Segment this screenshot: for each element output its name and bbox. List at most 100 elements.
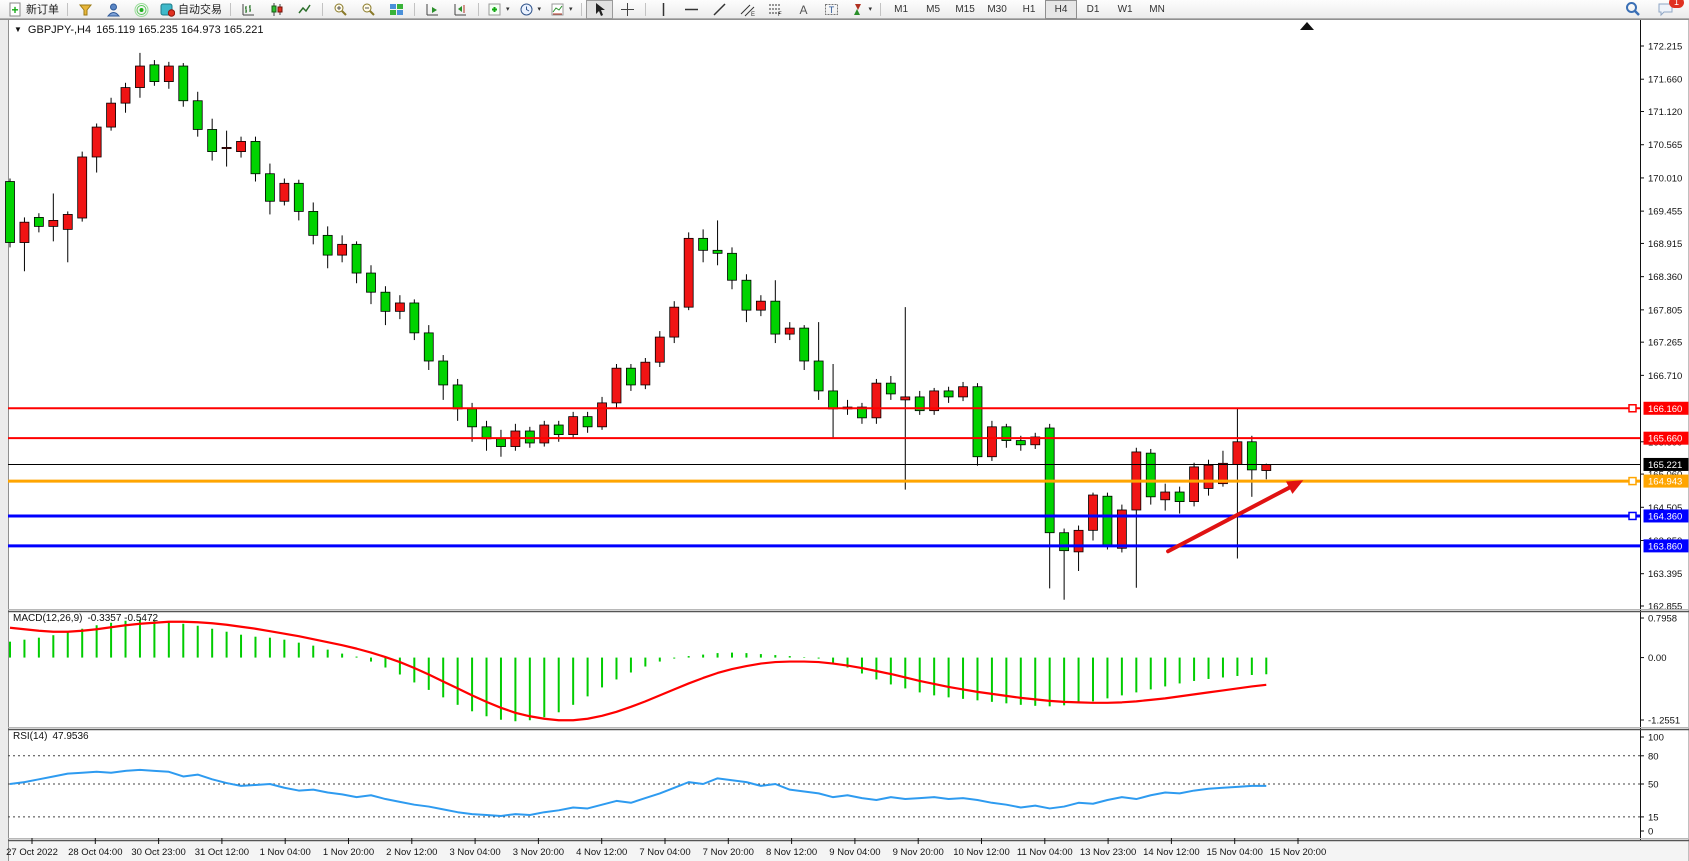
price-level-handle[interactable] — [1629, 405, 1636, 412]
price-axis-tick-label: 172.215 — [1648, 42, 1682, 53]
price-level-tag-text: 164.943 — [1648, 477, 1682, 488]
candle-body — [294, 183, 303, 211]
chart-dropdown-icon[interactable]: ▼ — [14, 25, 22, 34]
candle-body — [395, 303, 404, 311]
trading-terminal-window: + 新订单 自动交易 — [0, 0, 1689, 861]
candle-body — [872, 383, 881, 418]
timeframe-m5-button[interactable]: M5 — [917, 0, 949, 19]
candle-body — [525, 431, 534, 443]
chart-shift-button[interactable] — [447, 0, 474, 19]
zoom-in-button[interactable] — [327, 0, 354, 19]
candle-body — [756, 301, 765, 310]
candle-body — [1204, 465, 1213, 488]
cursor-button[interactable] — [586, 0, 613, 19]
candle-body — [1060, 533, 1069, 551]
arrows-tool-button[interactable]: ▾ — [846, 0, 877, 19]
price-level-tag-text: 163.860 — [1648, 541, 1682, 552]
timeframe-m1-button[interactable]: M1 — [885, 0, 917, 19]
price-axis-tick-label: 170.010 — [1648, 173, 1682, 184]
templates-button[interactable]: ▾ — [546, 0, 577, 19]
dropdown-caret-icon: ▾ — [869, 5, 873, 13]
text-tool-button[interactable]: A — [790, 0, 817, 19]
text-label-tool-button[interactable]: T — [818, 0, 845, 19]
templates-icon — [550, 2, 565, 17]
date-axis-label: 4 Nov 12:00 — [576, 847, 627, 858]
candle-body — [540, 425, 549, 443]
auto-trading-label: 自动交易 — [178, 1, 222, 17]
bar-chart-icon — [241, 2, 256, 17]
search-button[interactable] — [1619, 0, 1646, 19]
crosshair-button[interactable] — [614, 0, 641, 19]
rsi-axis-tick-label: 50 — [1648, 780, 1659, 791]
candle-body — [309, 211, 318, 235]
signals-button[interactable] — [128, 0, 155, 19]
date-axis-label: 9 Nov 04:00 — [829, 847, 880, 858]
line-chart-button[interactable] — [291, 0, 318, 19]
timeframe-h1-button[interactable]: H1 — [1013, 0, 1045, 19]
vertical-line-tool-button[interactable] — [650, 0, 677, 19]
candle-body — [1190, 467, 1199, 502]
candle-body — [49, 220, 58, 226]
candle-body — [814, 361, 823, 391]
date-axis-label: 9 Nov 20:00 — [893, 847, 944, 858]
candle-body — [323, 235, 332, 255]
text-label-icon: T — [824, 2, 839, 17]
navigator-icon — [106, 2, 121, 17]
tile-windows-icon — [389, 2, 404, 17]
date-axis-label: 3 Nov 04:00 — [449, 847, 500, 858]
rsi-value: 47.9536 — [52, 731, 88, 742]
rsi-axis-tick-label: 80 — [1648, 751, 1659, 762]
candle-body — [800, 328, 809, 361]
separator — [880, 3, 881, 16]
chart-window[interactable]: 172.215171.660171.120170.565170.010169.4… — [0, 0, 1689, 861]
candle-body — [107, 103, 116, 127]
auto-trading-button[interactable]: 自动交易 — [156, 0, 226, 19]
date-axis-label: 14 Nov 12:00 — [1143, 847, 1200, 858]
date-axis-label: 30 Oct 23:00 — [131, 847, 185, 858]
timeframe-m30-button[interactable]: M30 — [981, 0, 1013, 19]
tile-windows-button[interactable] — [383, 0, 410, 19]
macd-axis-tick-label: -1.2551 — [1648, 716, 1680, 727]
signals-icon — [134, 2, 149, 17]
timeframe-m15-button[interactable]: M15 — [949, 0, 981, 19]
candle-body — [193, 101, 202, 130]
candle-body — [496, 439, 505, 447]
candle-body — [598, 403, 607, 427]
navigator-button[interactable] — [100, 0, 127, 19]
candle-body — [742, 280, 751, 310]
macd-axis-tick-label: 0.00 — [1648, 653, 1667, 664]
timeframe-w1-button[interactable]: W1 — [1109, 0, 1141, 19]
candle-body — [1233, 442, 1242, 465]
candle-body — [208, 129, 217, 151]
candle-body — [944, 391, 953, 397]
trendline-tool-button[interactable] — [706, 0, 733, 19]
candlestick-chart-button[interactable] — [263, 0, 290, 19]
candle-body — [829, 391, 838, 409]
market-watch-button[interactable] — [72, 0, 99, 19]
new-order-icon: + — [8, 2, 23, 17]
candle-body — [1175, 492, 1184, 502]
auto-scroll-button[interactable] — [419, 0, 446, 19]
timeframe-h4-button[interactable]: H4 — [1045, 0, 1077, 19]
fibonacci-tool-button[interactable]: F — [762, 0, 789, 19]
new-order-label: 新订单 — [26, 1, 59, 17]
bar-chart-button[interactable] — [235, 0, 262, 19]
zoom-out-button[interactable] — [355, 0, 382, 19]
indicators-button[interactable]: ▾ — [483, 0, 514, 19]
notifications-button[interactable]: 1 — [1652, 0, 1679, 19]
candle-body — [367, 273, 376, 292]
separator — [67, 3, 68, 16]
candle-body — [655, 337, 664, 362]
vertical-line-icon — [656, 2, 671, 17]
price-level-handle[interactable] — [1629, 512, 1636, 519]
price-level-handle[interactable] — [1629, 478, 1636, 485]
equidistant-channel-tool-button[interactable]: E — [734, 0, 761, 19]
horizontal-line-tool-button[interactable] — [678, 0, 705, 19]
price-axis-tick-label: 168.360 — [1648, 272, 1682, 283]
line-chart-icon — [297, 2, 312, 17]
new-order-button[interactable]: + 新订单 — [4, 0, 63, 19]
date-axis-label: 31 Oct 12:00 — [195, 847, 249, 858]
periods-button[interactable]: ▾ — [515, 0, 546, 19]
timeframe-mn-button[interactable]: MN — [1141, 0, 1173, 19]
timeframe-d1-button[interactable]: D1 — [1077, 0, 1109, 19]
